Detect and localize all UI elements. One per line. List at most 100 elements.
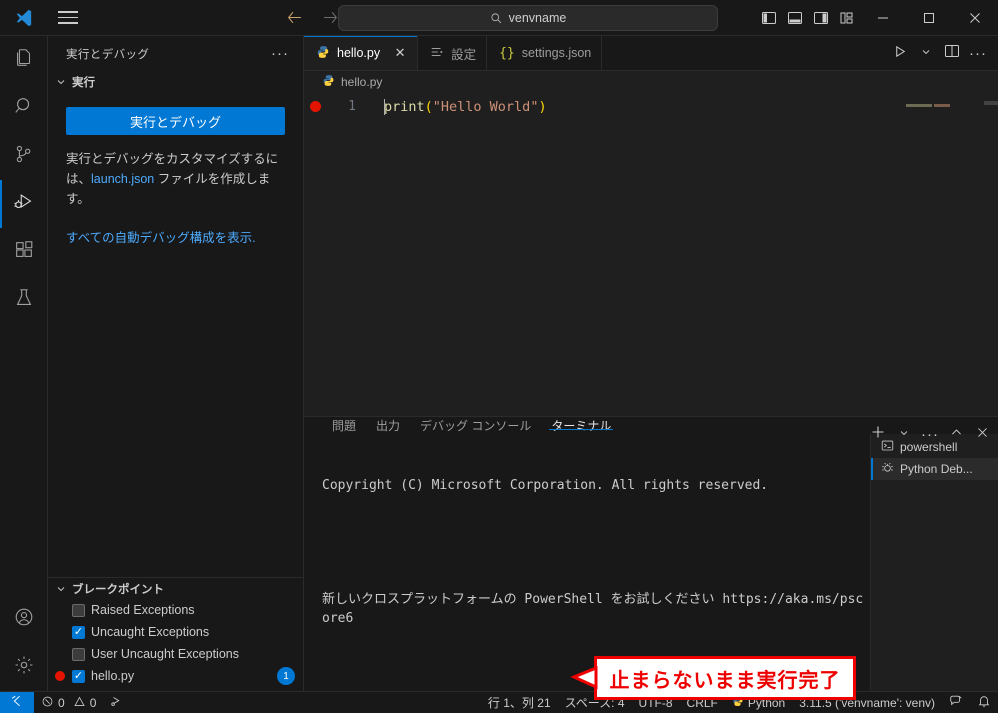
errors-count: 0 [58,695,65,710]
workbench-body: 実行とデバッグ ··· 実行 実行とデバッグ 実行とデバッグをカスタマイズするに… [0,36,998,691]
scrollbar-thumb[interactable] [984,101,998,105]
split-editor-right-button[interactable] [940,36,964,71]
panel-tab-problems[interactable]: 問題 [322,417,366,434]
editor-breakpoint-icon[interactable] [304,101,326,112]
breakpoint-checkbox[interactable] [72,647,85,661]
run-section-header[interactable]: 実行 [48,71,303,93]
menu-hamburger-button[interactable] [48,0,88,36]
tab-hello-py[interactable]: hello.py ✕ [304,36,419,70]
files-icon [13,47,35,74]
terminal-instance-python-debug[interactable]: Python Deb... [871,458,998,480]
toggle-secondary-sidebar-icon[interactable] [808,0,834,36]
breakpoint-checkbox[interactable] [72,669,85,683]
status-problems[interactable]: 0 0 [34,692,103,713]
run-options-chevron-button[interactable] [914,36,938,71]
minimize-button[interactable] [860,0,906,36]
terminal-instance-powershell[interactable]: powershell [871,436,998,458]
panel-tab-output[interactable]: 出力 [366,417,410,434]
close-window-button[interactable] [952,0,998,36]
annotation-callout: 止まらないまま実行完了 [594,656,856,700]
breakpoint-label: hello.py [91,669,135,683]
terminal-instance-label: Python Deb... [900,462,973,476]
vscode-logo-icon [0,0,48,36]
bell-icon [977,694,991,711]
tab-settings[interactable]: 設定 [418,36,488,70]
editor-more-actions-button[interactable]: ··· [966,36,990,71]
editor-vertical-scrollbar[interactable] [984,93,998,416]
terminal-output[interactable]: Copyright (C) Microsoft Corporation. All… [304,434,870,691]
editor-column: hello.py ✕ 設定 {} settings.json ··· hello… [304,36,998,691]
breakpoint-checkbox[interactable] [72,603,85,617]
breakpoints-section-header[interactable]: ブレークポイント [48,577,303,599]
chevron-down-icon [54,76,68,88]
close-icon[interactable]: ✕ [393,45,407,61]
command-center-search[interactable]: venvname [338,5,718,31]
editor-actions: ··· [888,36,998,71]
json-braces-icon: {} [499,45,515,61]
activity-bar-item-search[interactable] [0,84,48,132]
terminal-line: 新しいクロスプラットフォームの PowerShell をお試しください http… [322,590,870,628]
ports-forward-icon [110,694,124,711]
maximize-button[interactable] [906,0,952,36]
code-token-open-paren: ( [424,98,433,115]
minimap[interactable] [900,93,984,416]
debug-bug-icon [881,461,894,477]
run-and-debug-button[interactable]: 実行とデバッグ [66,107,285,135]
toggle-primary-sidebar-icon[interactable] [756,0,782,36]
launch-json-link[interactable]: launch.json [91,172,154,186]
account-icon [13,606,35,633]
show-all-automatic-debug-configurations-link[interactable]: すべての自動デバッグ構成を表示. [66,227,285,246]
ellipsis-icon: ··· [969,45,987,62]
sidebar-title: 実行とデバッグ [66,48,150,61]
list-item[interactable]: Uncaught Exceptions [48,621,303,643]
code-editor[interactable]: 1 print("Hello World") [304,93,998,416]
run-and-debug-icon [13,191,35,218]
vscode-window: venvname 実行とデバッグ ··· 実行 実行とデバッグ 実行とデバッグを… [0,0,998,713]
list-item[interactable]: User Uncaught Exceptions [48,643,303,665]
panel-tab-debug-console[interactable]: デバッグ コンソール [410,417,541,434]
customize-help-text: 実行とデバッグをカスタマイズするには、launch.json ファイルを作成しま… [66,149,285,209]
bottom-panel: 問題 出力 デバッグ コンソール ターミナル ··· Copyright (C)… [304,416,998,691]
activity-bar-item-accounts[interactable] [0,595,48,643]
remote-window-button[interactable] [0,691,34,713]
title-bar-right [756,0,998,36]
back-button[interactable] [280,4,308,32]
activity-bar-item-testing[interactable] [0,276,48,324]
activity-bar-item-extensions[interactable] [0,228,48,276]
error-circle-icon [41,695,54,711]
terminal-instance-label: powershell [900,440,958,454]
status-ports[interactable] [103,692,131,713]
tab-settings-json[interactable]: {} settings.json [487,36,603,70]
run-and-debug-sidebar: 実行とデバッグ ··· 実行 実行とデバッグ 実行とデバッグをカスタマイズするに… [48,36,304,691]
panel-tab-terminal[interactable]: ターミナル [541,417,621,434]
customize-layout-icon[interactable] [834,0,860,36]
activity-bar-item-run-and-debug[interactable] [0,180,48,228]
warning-triangle-icon [73,695,86,711]
editor-tab-bar: hello.py ✕ 設定 {} settings.json ··· [304,36,998,71]
status-cursor-position[interactable]: 行 1、列 21 [481,692,558,713]
python-icon [322,74,335,90]
activity-bar-item-source-control[interactable] [0,132,48,180]
sidebar-more-actions-button[interactable]: ··· [265,45,295,62]
toggle-panel-icon[interactable] [782,0,808,36]
breakpoint-label: Uncaught Exceptions [91,625,210,639]
status-notifications[interactable] [970,692,998,713]
status-feedback[interactable] [942,692,970,713]
list-item[interactable]: hello.py 1 [48,665,303,687]
breakpoints-label: ブレークポイント [72,583,164,596]
breadcrumb[interactable]: hello.py [304,71,998,93]
run-python-file-button[interactable] [888,36,912,71]
breakpoint-checkbox[interactable] [72,625,85,639]
activity-bar-item-explorer[interactable] [0,36,48,84]
tab-label: 設定 [451,47,477,62]
annotation-text: 止まらないまま実行完了 [609,667,841,692]
breadcrumb-label: hello.py [341,75,383,89]
activity-bar-item-manage[interactable] [0,643,48,691]
gear-icon [13,654,35,681]
breakpoints-list: Raised Exceptions Uncaught Exceptions Us… [48,599,303,691]
list-item[interactable]: Raised Exceptions [48,599,303,621]
chevron-down-icon [54,583,68,595]
cursor [384,98,385,115]
remote-window-icon [10,694,24,711]
